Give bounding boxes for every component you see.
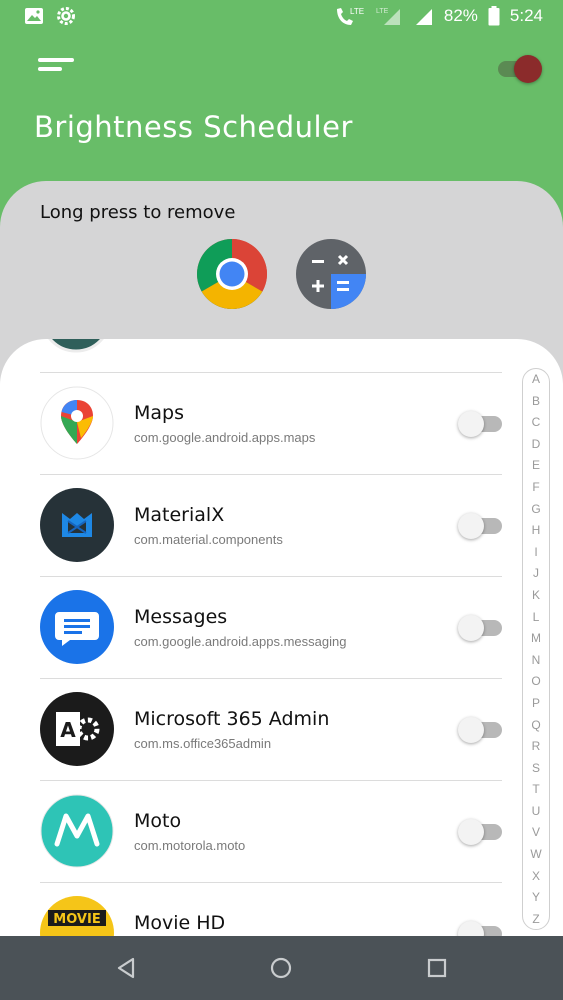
app-package: com.google.android.apps.messaging xyxy=(134,634,347,649)
alphabet-letter[interactable]: V xyxy=(532,826,540,838)
alphabet-letter[interactable]: W xyxy=(530,848,541,860)
list-item[interactable]: Messages com.google.android.apps.messagi… xyxy=(40,576,502,678)
app-toggle[interactable] xyxy=(458,819,504,845)
app-name: Maps xyxy=(134,402,184,424)
alphabet-letter[interactable]: N xyxy=(532,654,541,666)
app-name: Messages xyxy=(134,606,228,628)
app-toggle[interactable] xyxy=(458,615,504,641)
alphabet-letter[interactable]: U xyxy=(532,805,541,817)
alphabet-letter[interactable]: M xyxy=(531,632,541,644)
alphabet-letter[interactable]: E xyxy=(532,459,540,471)
calculator-icon[interactable] xyxy=(295,238,367,310)
svg-text:A: A xyxy=(60,718,76,742)
app-name: Movie HD xyxy=(134,912,226,934)
app-list[interactable]: Maps com.google.android.apps.maps Materi… xyxy=(0,339,563,939)
app-package: com.material.components xyxy=(134,532,283,547)
alphabet-letter[interactable]: H xyxy=(532,524,541,536)
clock: 5:24 xyxy=(509,6,543,25)
alphabet-letter[interactable]: Q xyxy=(531,719,540,731)
app-name: MaterialX xyxy=(134,504,225,526)
list-item[interactable]: MaterialX com.material.components xyxy=(40,474,502,576)
app-toggle-knob xyxy=(458,513,484,539)
recents-icon[interactable] xyxy=(423,954,451,982)
app-toggle-knob xyxy=(458,819,484,845)
app-toggle-knob xyxy=(458,717,484,743)
alphabet-letter[interactable]: A xyxy=(532,373,540,385)
alphabet-letter[interactable]: X xyxy=(532,870,540,882)
list-item[interactable]: MOVIE Movie HD xyxy=(40,882,502,939)
svg-text:MOVIE: MOVIE xyxy=(53,912,100,927)
messages-app-icon xyxy=(40,590,114,664)
menu-button[interactable] xyxy=(38,58,76,80)
maps-app-icon xyxy=(40,386,114,460)
menu-icon-line-1 xyxy=(38,58,74,62)
image-notification-icon xyxy=(25,8,43,24)
alphabet-letter[interactable]: J xyxy=(533,567,539,579)
alphabet-letter[interactable]: G xyxy=(531,503,540,515)
master-toggle-knob xyxy=(514,55,542,83)
home-icon[interactable] xyxy=(267,954,295,982)
alphabet-letter[interactable]: B xyxy=(532,395,540,407)
app-toggle-knob xyxy=(458,615,484,641)
alphabet-letter[interactable]: F xyxy=(532,481,539,493)
alphabet-letter[interactable]: O xyxy=(531,675,540,687)
moto-app-icon xyxy=(40,794,114,868)
app-package: com.google.android.apps.maps xyxy=(134,430,316,445)
battery-icon xyxy=(488,6,500,26)
signal-icon xyxy=(415,9,432,25)
app-toggle-knob xyxy=(458,411,484,437)
list-item[interactable]: Maps com.google.android.apps.maps xyxy=(40,372,502,474)
back-icon[interactable] xyxy=(112,954,140,982)
alphabet-index[interactable]: ABCDEFGHIJKLMNOPQRSTUVWXYZ xyxy=(522,368,550,930)
phone-lte-icon: LTE xyxy=(336,7,364,25)
materialx-app-icon xyxy=(40,488,114,562)
status-bar: LTE LTE 82% 5:24 xyxy=(0,0,563,34)
navigation-bar xyxy=(0,936,563,1000)
alphabet-letter[interactable]: Y xyxy=(532,891,540,903)
alphabet-letter[interactable]: Z xyxy=(532,913,539,925)
app-name: Moto xyxy=(134,810,182,832)
app-icon-partial xyxy=(48,339,104,353)
favorites-hint: Long press to remove xyxy=(40,202,236,223)
chrome-icon[interactable] xyxy=(196,238,268,310)
alphabet-letter[interactable]: P xyxy=(532,697,540,709)
app-toggle[interactable] xyxy=(458,513,504,539)
alphabet-letter[interactable]: T xyxy=(532,783,539,795)
menu-icon-line-2 xyxy=(38,67,62,71)
app-toggle[interactable] xyxy=(458,717,504,743)
movie-hd-app-icon: MOVIE xyxy=(40,896,114,939)
master-toggle[interactable] xyxy=(498,55,542,83)
alphabet-letter[interactable]: L xyxy=(533,611,540,623)
settings-notification-icon xyxy=(57,7,75,25)
app-name: Microsoft 365 Admin xyxy=(134,708,330,730)
list-item[interactable]: A Microsoft 365 Admin com.ms.office365ad… xyxy=(40,678,502,780)
alphabet-letter[interactable]: R xyxy=(532,740,541,752)
page-title: Brightness Scheduler xyxy=(34,110,353,144)
alphabet-letter[interactable]: K xyxy=(532,589,540,601)
app-package: com.motorola.moto xyxy=(134,838,246,853)
app-package: com.ms.office365admin xyxy=(134,736,272,751)
alphabet-letter[interactable]: S xyxy=(532,762,540,774)
svg-text:LTE: LTE xyxy=(350,7,364,16)
battery-percent: 82% xyxy=(443,6,478,25)
svg-text:LTE: LTE xyxy=(376,8,389,15)
list-item[interactable]: Moto com.motorola.moto xyxy=(40,780,502,882)
app-toggle[interactable] xyxy=(458,411,504,437)
alphabet-letter[interactable]: C xyxy=(532,416,541,428)
alphabet-letter[interactable]: D xyxy=(532,438,541,450)
signal-lte-icon: LTE xyxy=(376,8,400,25)
alphabet-letter[interactable]: I xyxy=(534,546,537,558)
microsoft-365-admin-icon: A xyxy=(40,692,114,766)
